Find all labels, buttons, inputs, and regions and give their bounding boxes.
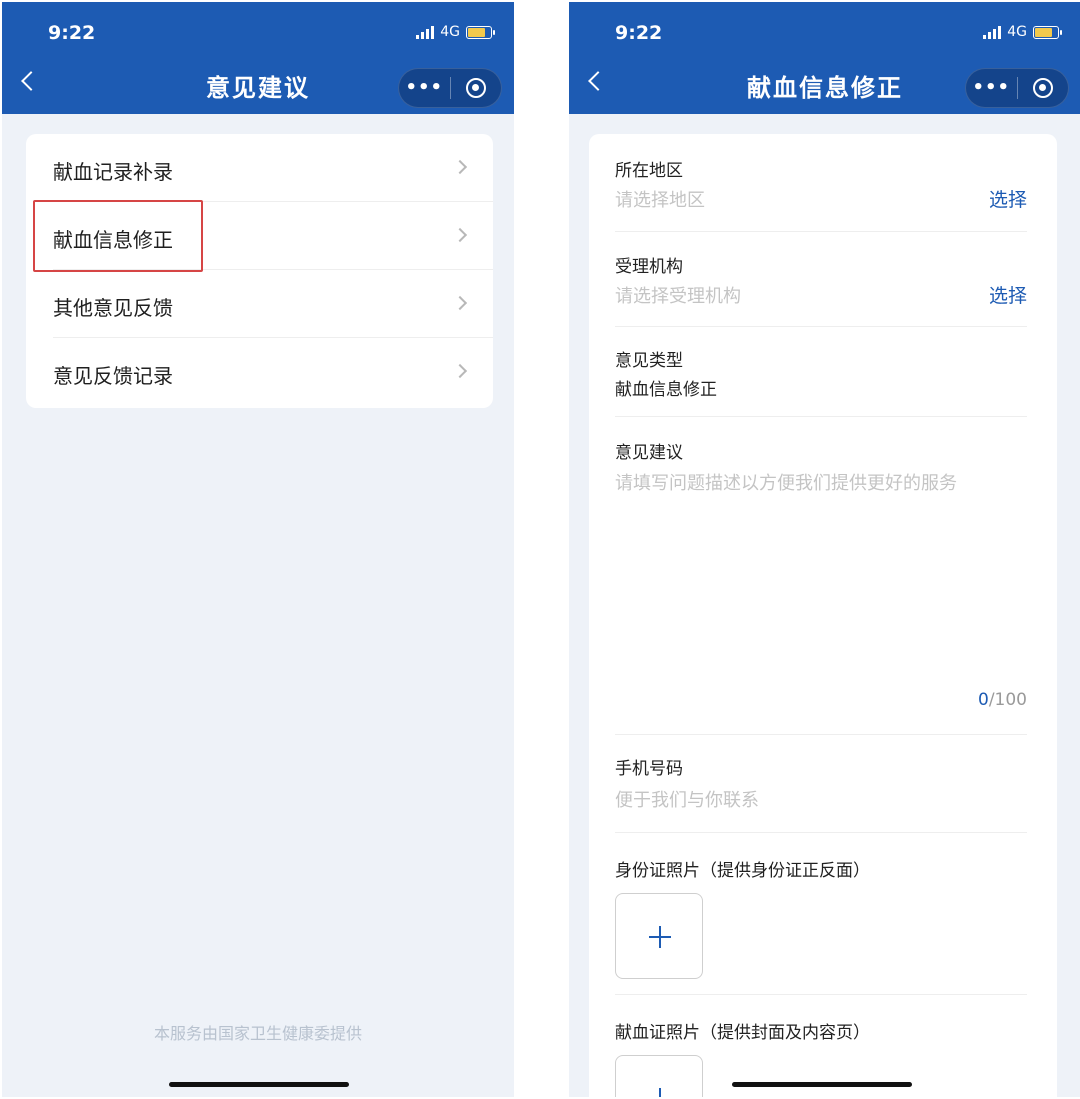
- suggestion-field[interactable]: 意见建议 请填写问题描述以方便我们提供更好的服务: [615, 438, 1027, 718]
- region-select-button[interactable]: 选择: [989, 185, 1027, 212]
- close-target-icon: [465, 78, 486, 98]
- more-icon[interactable]: •••: [399, 68, 450, 108]
- status-indicators: 4G: [416, 24, 495, 40]
- id-photo-field: 身份证照片（提供身份证正反面）: [615, 856, 1027, 886]
- mini-program-capsule: •••: [965, 68, 1069, 108]
- battery-icon: [466, 25, 495, 39]
- agency-field[interactable]: 受理机构 请选择受理机构 选择: [615, 252, 1027, 312]
- id-photo-upload-button[interactable]: [615, 893, 703, 979]
- field-label: 受理机构: [615, 257, 683, 277]
- char-count-max: /100: [988, 690, 1027, 710]
- divider: [615, 326, 1027, 327]
- chevron-right-icon: [452, 159, 468, 175]
- divider: [615, 416, 1027, 417]
- region-placeholder: 请选择地区: [615, 190, 705, 211]
- correction-form: 所在地区 请选择地区 选择 受理机构 请选择受理机构 选择 意见类型 献血信息修…: [589, 134, 1057, 1097]
- status-time: 9:22: [615, 22, 663, 44]
- footer-note: 本服务由国家卫生健康委提供: [153, 1024, 362, 1043]
- chevron-right-icon: [452, 227, 468, 243]
- menu-item-label: 献血记录补录: [53, 160, 173, 184]
- divider: [615, 231, 1027, 232]
- mini-program-capsule: •••: [398, 68, 502, 108]
- divider: [615, 734, 1027, 735]
- phone-screen-feedback: 9:22 4G 意见建议 ••• 献血记录补录 献血信息修正 其他意见反馈 意见…: [2, 2, 514, 1097]
- close-button[interactable]: [1018, 78, 1069, 98]
- menu-item-label: 意见反馈记录: [53, 364, 173, 388]
- phone-field[interactable]: 手机号码 便于我们与你联系: [615, 754, 1027, 814]
- field-label: 献血证照片（提供封面及内容页）: [615, 1023, 870, 1043]
- divider: [615, 832, 1027, 833]
- field-label: 意见建议: [615, 443, 683, 463]
- status-indicators: 4G: [983, 24, 1062, 40]
- type-value: 献血信息修正: [615, 380, 717, 400]
- network-type: 4G: [440, 24, 460, 40]
- donation-photo-field: 献血证照片（提供封面及内容页）: [615, 1018, 1027, 1048]
- type-field: 意见类型 献血信息修正: [615, 346, 1027, 406]
- nav-header: 9:22 4G 意见建议 •••: [2, 2, 514, 114]
- chevron-right-icon: [452, 363, 468, 379]
- suggestion-textarea[interactable]: 请填写问题描述以方便我们提供更好的服务: [615, 469, 957, 495]
- field-label: 手机号码: [615, 759, 683, 779]
- region-field[interactable]: 所在地区 请选择地区 选择: [615, 156, 1027, 216]
- menu-item-label: 其他意见反馈: [53, 296, 173, 320]
- agency-placeholder: 请选择受理机构: [615, 286, 741, 307]
- signal-icon: [416, 25, 435, 39]
- phone-input[interactable]: 便于我们与你联系: [615, 786, 759, 812]
- phone-screen-correction-form: 9:22 4G 献血信息修正 ••• 所在地区 请选择地区 选择 受理机构 请选…: [569, 2, 1080, 1097]
- signal-icon: [983, 25, 1002, 39]
- field-label: 所在地区: [615, 161, 683, 181]
- close-target-icon: [1032, 78, 1053, 98]
- close-button[interactable]: [451, 78, 502, 98]
- more-icon[interactable]: •••: [966, 68, 1017, 108]
- field-label: 身份证照片（提供身份证正反面）: [615, 861, 870, 881]
- home-indicator: [732, 1082, 912, 1087]
- highlight-annotation: [33, 200, 203, 272]
- menu-item-other-feedback[interactable]: 其他意见反馈: [26, 270, 493, 338]
- menu-item-record-supplement[interactable]: 献血记录补录: [26, 134, 493, 202]
- donation-photo-upload-button[interactable]: [615, 1055, 703, 1097]
- network-type: 4G: [1007, 24, 1027, 40]
- field-label: 意见类型: [615, 351, 683, 371]
- divider: [615, 994, 1027, 995]
- agency-select-button[interactable]: 选择: [989, 281, 1027, 308]
- char-count-current: 0: [977, 690, 989, 710]
- char-counter: 0/100: [978, 690, 1027, 710]
- menu-item-feedback-history[interactable]: 意见反馈记录: [26, 338, 493, 406]
- battery-icon: [1033, 25, 1062, 39]
- chevron-right-icon: [452, 295, 468, 311]
- nav-header: 9:22 4G 献血信息修正 •••: [569, 2, 1080, 114]
- home-indicator: [169, 1082, 349, 1087]
- status-time: 9:22: [48, 22, 96, 44]
- plus-icon: [649, 926, 671, 948]
